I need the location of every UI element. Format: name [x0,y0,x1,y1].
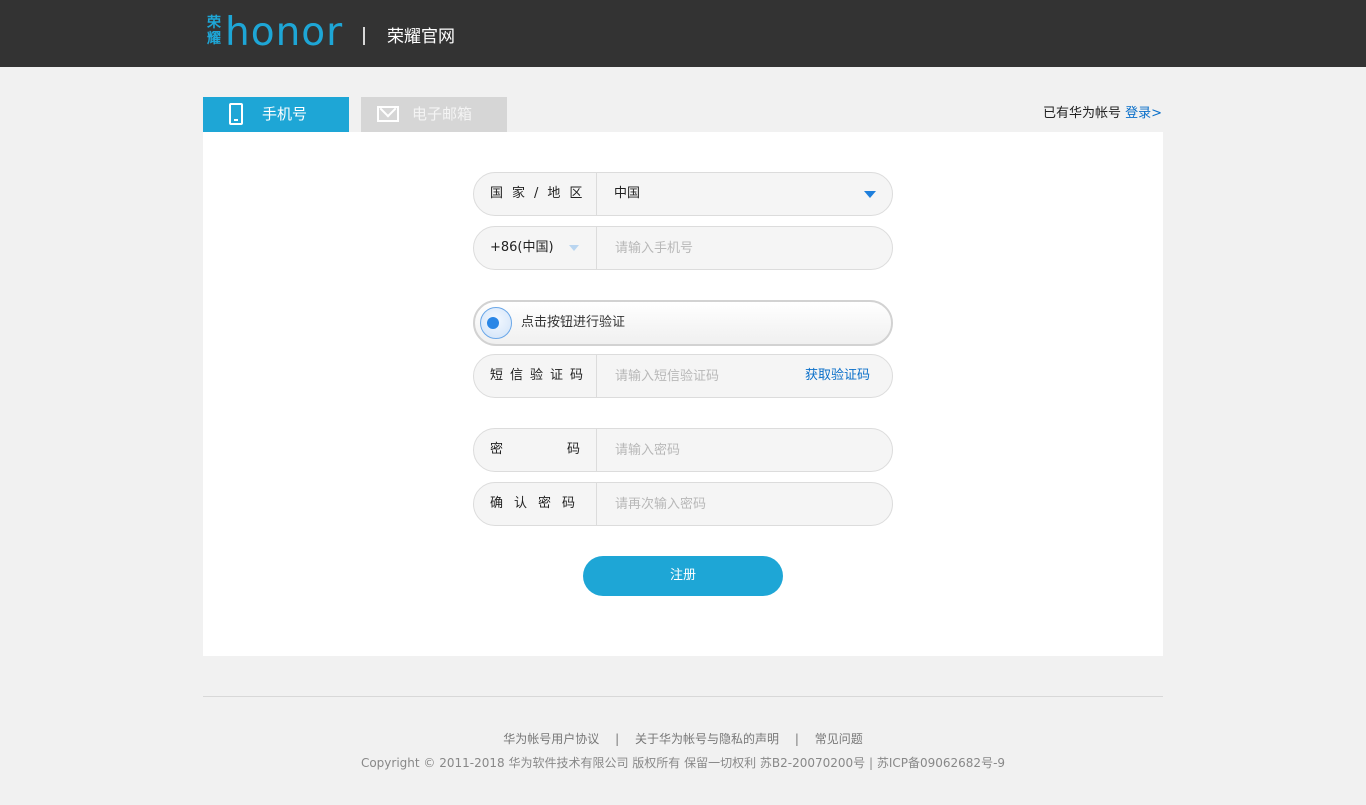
faq-link[interactable]: 常见问题 [815,732,863,746]
footer-divider [203,696,1163,697]
chevron-down-icon [569,245,579,251]
phone-icon [229,103,243,125]
footer-separator: | [794,732,799,746]
country-select[interactable]: 国家/地区 中国 [473,172,893,216]
country-label-text: 国家/地区 [490,186,592,201]
privacy-statement-link[interactable]: 关于华为帐号与隐私的声明 [635,732,779,746]
phone-input[interactable] [598,227,888,269]
password-label: 密 码 [474,429,597,471]
password-label-right: 码 [567,442,581,457]
register-panel: 国家/地区 中国 +86(中国) 点击按钮进行验证 短信验证码 获取验证码 密 … [203,132,1163,656]
tab-email[interactable]: 电子邮箱 [361,97,507,132]
confirm-password-label: 确认密码 [474,483,597,525]
sms-code-input[interactable] [598,355,798,397]
sms-code-field: 短信验证码 获取验证码 [473,354,893,398]
country-code-select[interactable]: +86(中国) [474,227,597,269]
sms-code-label: 短信验证码 [474,355,597,397]
top-bar: 荣 耀 honor 荣耀官网 [0,0,1366,67]
logo-chinese: 荣 耀 [205,15,223,51]
account-prompt: 已有华为帐号 登录> [1043,104,1162,124]
confirm-password-field: 确认密码 [473,482,893,526]
verify-text: 点击按钮进行验证 [521,315,626,330]
get-code-button[interactable]: 获取验证码 [805,355,870,397]
account-prompt-text: 已有华为帐号 [1042,106,1121,121]
confirm-password-input[interactable] [598,483,888,525]
country-code-value: +86(中国) [490,240,554,255]
footer-links: 华为帐号用户协议 | 关于华为帐号与隐私的声明 | 常见问题 [0,730,1366,748]
site-title[interactable]: 荣耀官网 [387,26,455,48]
logo-char: 荣 [207,15,221,31]
password-input[interactable] [598,429,888,471]
login-link[interactable]: 登录> [1125,106,1162,121]
copyright-text: Copyright © 2011-2018 华为软件技术有限公司 版权所有 保留… [360,756,1006,770]
tab-phone[interactable]: 手机号 [203,97,349,132]
tab-phone-label: 手机号 [262,105,308,123]
user-agreement-link[interactable]: 华为帐号用户协议 [503,732,599,746]
password-field: 密 码 [473,428,893,472]
honor-logo[interactable]: 荣 耀 honor [205,10,350,55]
country-label: 国家/地区 [474,173,597,215]
phone-field: +86(中国) [473,226,893,270]
password-label-left: 密 [490,442,504,457]
footer-separator: | [615,732,620,746]
verify-slider[interactable]: 点击按钮进行验证 [473,300,893,346]
register-button[interactable]: 注册 [583,556,783,596]
mail-icon [377,106,399,122]
logo-word: honor [225,10,344,55]
chevron-down-icon [864,191,876,198]
header-separator [363,27,365,45]
tab-email-label: 电子邮箱 [412,105,473,123]
logo-char: 耀 [207,31,221,47]
country-value: 中国 [614,186,641,201]
verify-knob-icon[interactable] [480,307,512,339]
